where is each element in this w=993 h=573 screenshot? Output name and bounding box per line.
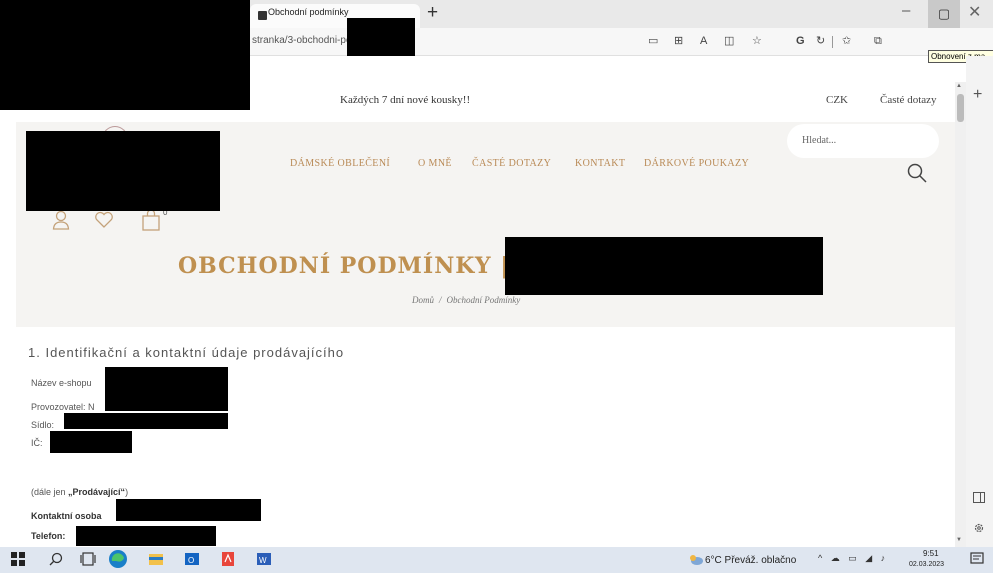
close-button[interactable]: ✕: [968, 2, 981, 22]
redacted-region: [105, 367, 228, 411]
field-hereinafter: (dále jen „Prodávající“): [31, 486, 128, 498]
svg-text:W: W: [259, 556, 267, 565]
gear-icon[interactable]: [973, 522, 985, 534]
clock-time[interactable]: 9:51: [923, 549, 939, 558]
refresh-icon[interactable]: ↻: [816, 35, 825, 47]
svg-text:O: O: [188, 556, 194, 565]
user-icon[interactable]: [52, 210, 70, 230]
toolbar-separator: [832, 36, 833, 48]
redacted-region: [64, 413, 228, 429]
faq-link[interactable]: Časté dotazy: [880, 94, 937, 106]
read-aloud-icon[interactable]: A: [700, 35, 707, 47]
nav-item-kontakt[interactable]: KONTAKT: [575, 158, 625, 169]
minimize-button[interactable]: –: [902, 2, 910, 19]
section-heading: 1. Identifikační a kontaktní údaje prodá…: [28, 345, 345, 360]
tab-title: Obchodní podmínky: [268, 7, 349, 17]
scrollbar-thumb[interactable]: [957, 94, 964, 122]
sidebar-panel-icon[interactable]: [973, 492, 985, 503]
tab-favicon-icon: [258, 11, 267, 20]
scroll-down-icon[interactable]: ▼: [956, 537, 962, 543]
announcement-text: Každých 7 dní nové kousky!!: [340, 94, 471, 106]
grammarly-icon[interactable]: G: [796, 35, 805, 47]
field-ico: IČ:: [31, 438, 43, 448]
clock-date[interactable]: 02.03.2023: [909, 561, 944, 568]
outlook-icon[interactable]: O: [184, 551, 200, 567]
new-tab-button[interactable]: +: [427, 3, 438, 23]
restore-button[interactable]: ▢: [928, 0, 960, 28]
page-title: OBCHODNÍ PODMÍNKY |: [178, 253, 510, 279]
redacted-region: [50, 431, 132, 453]
nav-item-caste-dotazy[interactable]: ČASTÉ DOTAZY: [472, 158, 551, 169]
reader-view-icon[interactable]: ▭: [648, 35, 658, 47]
page-scrollbar[interactable]: [955, 82, 966, 547]
sidebar-add-icon[interactable]: +: [973, 86, 982, 104]
system-tray[interactable]: ^ ☁ ▭ ◢ ♪: [818, 553, 888, 564]
redacted-region: [26, 131, 220, 211]
redacted-region: [0, 0, 250, 110]
redacted-region: [76, 526, 216, 546]
collections-icon[interactable]: ⧉: [874, 35, 882, 47]
phone-label: Telefon:: [31, 531, 66, 541]
currency-selector[interactable]: CZK: [826, 94, 848, 106]
field-operator: Provozovatel: N: [31, 402, 95, 412]
browser-sidebar: [966, 56, 993, 547]
hereinafter-bold: „Prodávající“: [68, 487, 126, 497]
word-icon[interactable]: W: [256, 551, 272, 567]
hereinafter-suffix: ): [125, 487, 129, 497]
breadcrumb-current: Obchodní Podmínky: [446, 295, 521, 305]
shopping-bag-icon[interactable]: [141, 209, 161, 231]
field-phone: Telefon:: [31, 530, 65, 542]
task-view-icon[interactable]: [80, 551, 96, 567]
search-icon[interactable]: [906, 162, 928, 184]
field-eshop-name: Název e-shopu: [31, 378, 92, 388]
edge-icon[interactable]: [108, 549, 128, 569]
field-seat: Sídlo:: [31, 420, 55, 430]
split-screen-icon[interactable]: ◫: [724, 35, 734, 47]
favorites-icon[interactable]: ✩: [842, 35, 851, 47]
redacted-region: [505, 237, 823, 295]
breadcrumb: Domů / Obchodní Podmínky: [412, 295, 520, 305]
scroll-up-icon[interactable]: ▲: [956, 83, 962, 89]
breadcrumb-separator: /: [439, 295, 442, 305]
redacted-region: [116, 499, 261, 521]
field-contact-person: Kontaktní osoba: [31, 510, 102, 522]
favorite-add-icon[interactable]: ☆: [752, 35, 762, 47]
windows-start-icon[interactable]: [10, 551, 26, 567]
file-explorer-icon[interactable]: [148, 551, 164, 567]
search-icon[interactable]: [48, 551, 64, 567]
apps-icon[interactable]: ⊞: [674, 35, 683, 47]
search-input[interactable]: [802, 135, 922, 146]
pdf-reader-icon[interactable]: [220, 551, 236, 567]
nav-item-o-mne[interactable]: O MNĚ: [418, 158, 452, 169]
hereinafter-prefix: (dále jen: [31, 487, 69, 497]
breadcrumb-home[interactable]: Domů: [412, 295, 434, 305]
notification-icon[interactable]: [970, 552, 984, 566]
heart-icon[interactable]: [94, 211, 114, 229]
weather-icon[interactable]: [688, 552, 704, 566]
redacted-region: [347, 18, 415, 56]
nav-item-darkove-poukazy[interactable]: DÁRKOVÉ POUKAZY: [644, 158, 749, 169]
nav-item-damske-obleceni[interactable]: DÁMSKÉ OBLEČENÍ: [290, 158, 390, 169]
weather-text[interactable]: 6°C Převáž. oblačno: [705, 555, 796, 566]
contact-person-label: Kontaktní osoba: [31, 511, 102, 521]
